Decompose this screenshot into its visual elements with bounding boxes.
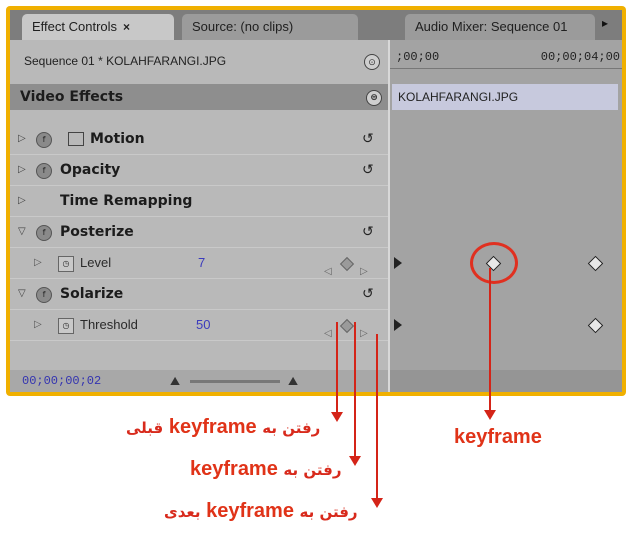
annotation-arrowhead-add xyxy=(349,456,361,466)
collapse-triangle-icon[interactable]: ▽ xyxy=(18,217,26,247)
expand-triangle-icon[interactable]: ▷ xyxy=(18,186,26,216)
keyframe-marker[interactable] xyxy=(587,255,604,272)
fx-toggle-icon[interactable]: f xyxy=(36,163,52,179)
annotation-text: قبلی xyxy=(126,419,164,437)
expand-triangle-icon[interactable]: ▷ xyxy=(34,248,42,278)
keyframe-start-marker[interactable] xyxy=(394,257,402,269)
annotation-arrowhead-next xyxy=(371,498,383,508)
effect-row-opacity[interactable]: ▷ f Opacity ↺ xyxy=(10,155,388,186)
annotation-text: رفتن به xyxy=(262,419,321,437)
annotation-keyword: keyframe xyxy=(454,426,542,448)
stopwatch-icon[interactable]: ◷ xyxy=(58,318,74,334)
param-row-threshold[interactable]: ▷ ◷ Threshold 50 ◁ ▷ xyxy=(10,310,388,341)
reset-icon[interactable]: ↺ xyxy=(362,155,374,185)
annotation-text: رفتن به xyxy=(299,503,358,521)
tab-source[interactable]: Source: (no clips) xyxy=(182,14,358,40)
effect-name: Motion xyxy=(90,131,145,147)
clip-bar[interactable]: KOLAHFARANGI.JPG xyxy=(392,84,618,110)
fx-toggle-icon[interactable]: f xyxy=(36,132,52,148)
ruler-end: 00;00;04;00 xyxy=(540,50,620,64)
param-name: Level xyxy=(80,255,112,270)
keyframe-marker[interactable] xyxy=(587,317,604,334)
effect-name: Opacity xyxy=(60,162,121,178)
transform-icon[interactable] xyxy=(68,132,84,146)
collapse-triangle-icon[interactable]: ▽ xyxy=(18,279,26,309)
param-name: Threshold xyxy=(80,317,138,332)
param-row-level[interactable]: ▷ ◷ Level 7 ◁ ▷ xyxy=(10,248,388,279)
annotation-arrow-prev xyxy=(336,322,338,414)
keyframe-highlight-circle xyxy=(470,242,518,284)
close-icon[interactable]: × xyxy=(123,20,130,34)
tab-label: Effect Controls xyxy=(32,19,118,34)
effect-row-time-remapping[interactable]: ▷ Time Remapping xyxy=(10,186,388,217)
effect-row-solarize[interactable]: ▽ f Solarize ↺ xyxy=(10,279,388,310)
annotation-arrowhead-prev xyxy=(331,412,343,422)
tab-label: Audio Mixer: Sequence 01 xyxy=(415,19,568,34)
timeline-panel: ;00;00 00;00;04;00 KOLAHFARANGI.JPG xyxy=(388,40,622,392)
annotation-add-keyframe: keyframe رفتن به xyxy=(190,458,341,481)
zoom-in-icon[interactable]: ⛰ xyxy=(288,370,298,392)
ruler-start: ;00;00 xyxy=(396,50,440,64)
clip-name: KOLAHFARANGI.JPG xyxy=(398,90,519,104)
zoom-slider[interactable] xyxy=(190,380,280,383)
reset-icon[interactable]: ↺ xyxy=(362,279,374,309)
show-timeline-icon[interactable]: ⊙ xyxy=(364,54,380,70)
tab-effect-controls[interactable]: Effect Controls × xyxy=(22,14,174,40)
timecode[interactable]: 00;00;00;02 xyxy=(22,370,101,392)
next-keyframe-icon[interactable]: ▷ xyxy=(360,319,368,349)
zoom-out-icon[interactable]: ⛰ xyxy=(170,370,180,392)
expand-triangle-icon[interactable]: ▷ xyxy=(34,310,42,340)
param-value[interactable]: 7 xyxy=(198,248,205,278)
effect-name: Solarize xyxy=(60,286,124,302)
annotation-keyword: keyframe xyxy=(168,416,257,438)
sequence-row: Sequence 01 * KOLAHFARANGI.JPG ⊙ xyxy=(10,48,388,74)
effect-row-posterize[interactable]: ▽ f Posterize ↺ xyxy=(10,217,388,248)
time-ruler[interactable]: ;00;00 00;00;04;00 xyxy=(390,48,622,69)
add-keyframe-icon[interactable] xyxy=(339,318,355,334)
reset-icon[interactable]: ↺ xyxy=(362,217,374,247)
annotation-arrowhead-keyframe xyxy=(484,410,496,420)
reset-icon[interactable]: ↺ xyxy=(362,124,374,154)
effects-list-panel: Sequence 01 * KOLAHFARANGI.JPG ⊙ Video E… xyxy=(10,40,388,392)
effect-controls-window: Effect Controls × Source: (no clips) Audi… xyxy=(10,10,622,392)
annotation-next-keyframe: بعدی keyframe رفتن به xyxy=(164,500,358,523)
prev-keyframe-icon[interactable]: ◁ xyxy=(324,319,332,349)
effect-row-motion[interactable]: ▷ f Motion ↺ xyxy=(10,124,388,155)
tab-bar: Effect Controls × Source: (no clips) Audi… xyxy=(10,10,622,40)
annotation-prev-keyframe: قبلی keyframe رفتن به xyxy=(126,416,320,439)
tab-audio-mixer[interactable]: Audio Mixer: Sequence 01 xyxy=(405,14,595,40)
fx-toggle-icon[interactable]: f xyxy=(36,287,52,303)
tab-label: Source: (no clips) xyxy=(192,19,294,34)
clip-menu-icon[interactable]: ⊜ xyxy=(366,90,382,106)
annotation-keyword: keyframe xyxy=(206,500,294,522)
annotation-arrow-keyframe xyxy=(489,268,491,412)
stopwatch-icon[interactable]: ◷ xyxy=(58,256,74,272)
annotation-arrow-add xyxy=(354,322,356,458)
annotation-keyframe: keyframe xyxy=(454,426,542,449)
annotation-text: رفتن به xyxy=(283,461,342,479)
double-arrow-icon[interactable]: ▸ xyxy=(602,16,620,38)
effect-name: Time Remapping xyxy=(60,193,193,209)
sequence-label: Sequence 01 * KOLAHFARANGI.JPG xyxy=(24,54,227,68)
video-effects-header: Video Effects ⊜ xyxy=(10,84,388,110)
bottom-bar: 00;00;00;02 ⛰ ⛰ xyxy=(10,370,388,392)
timeline-scrollbar[interactable] xyxy=(390,370,622,392)
fx-toggle-icon[interactable]: f xyxy=(36,225,52,241)
annotation-keyword: keyframe xyxy=(190,458,278,480)
effect-name: Posterize xyxy=(60,224,134,240)
expand-triangle-icon[interactable]: ▷ xyxy=(18,124,26,154)
video-effects-label: Video Effects xyxy=(20,89,124,105)
annotation-text: بعدی xyxy=(164,503,201,521)
add-keyframe-icon[interactable] xyxy=(339,256,355,272)
annotation-arrow-next xyxy=(376,334,378,500)
keyframe-start-marker[interactable] xyxy=(394,319,402,331)
param-value[interactable]: 50 xyxy=(196,310,210,340)
expand-triangle-icon[interactable]: ▷ xyxy=(18,155,26,185)
